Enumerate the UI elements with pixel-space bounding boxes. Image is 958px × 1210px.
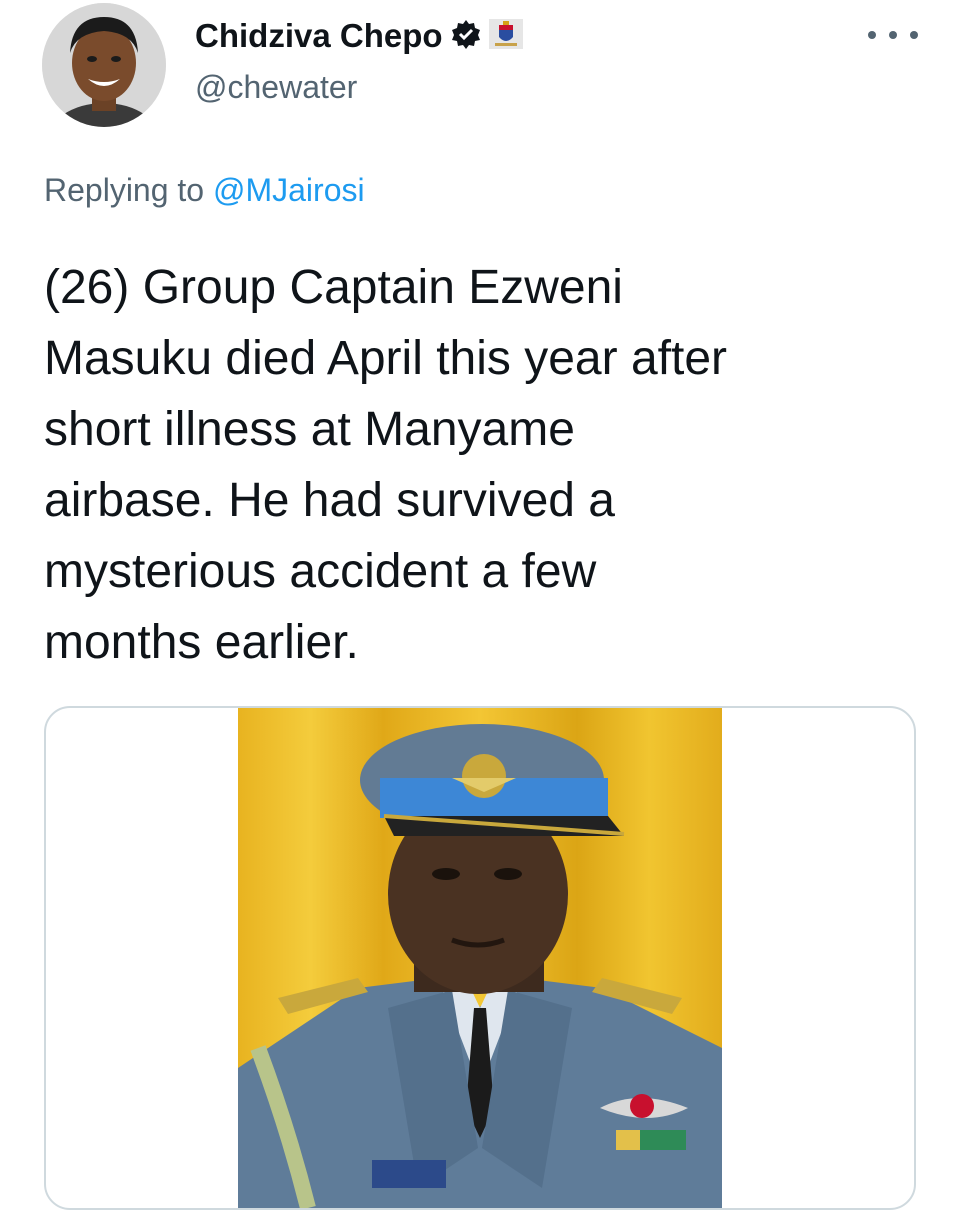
tweet-photo[interactable] bbox=[238, 708, 722, 1208]
more-options-button[interactable] bbox=[868, 20, 918, 50]
author-display-name[interactable]: Chidziva Chepo bbox=[195, 14, 443, 58]
tweet-text: (26) Group Captain Ezweni Masuku died Ap… bbox=[44, 261, 727, 669]
coat-of-arms-badge-icon bbox=[488, 18, 523, 54]
avatar-photo bbox=[42, 3, 166, 127]
replying-to-line: Replying to @MJairosi bbox=[44, 168, 365, 212]
author-avatar[interactable] bbox=[42, 3, 166, 127]
author-handle[interactable]: @chewater bbox=[195, 66, 357, 108]
tweet-media-card[interactable] bbox=[44, 706, 916, 1210]
verified-badge-icon bbox=[451, 19, 481, 54]
more-dot-icon bbox=[910, 31, 918, 39]
replying-to-label: Replying to bbox=[44, 172, 205, 208]
author-name-row: Chidziva Chepo bbox=[195, 14, 523, 58]
more-dot-icon bbox=[889, 31, 897, 39]
reply-mention-link[interactable]: @MJairosi bbox=[213, 172, 365, 208]
more-dot-icon bbox=[868, 31, 876, 39]
